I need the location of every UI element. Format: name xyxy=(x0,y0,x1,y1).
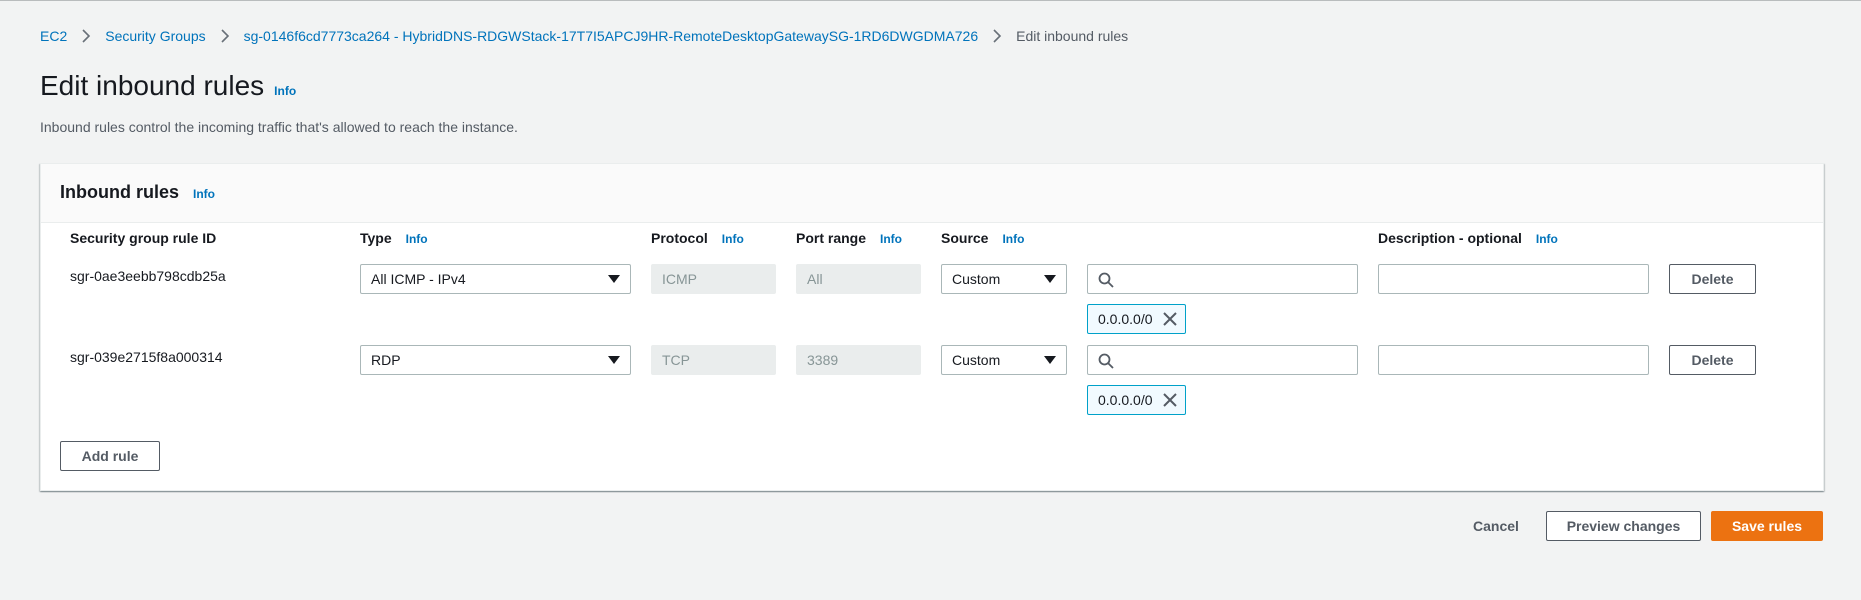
type-select[interactable]: RDP xyxy=(360,345,631,375)
column-label-rule-id: Security group rule ID xyxy=(70,230,217,246)
panel-title-text: Inbound rules xyxy=(60,182,179,202)
close-icon[interactable] xyxy=(1162,392,1178,408)
breadcrumb-security-group[interactable]: sg-0146f6cd7773ca264 - HybridDNS-RDGWSta… xyxy=(244,28,979,44)
add-rule-button[interactable]: Add rule xyxy=(60,441,160,471)
column-label-source: Source xyxy=(941,230,989,246)
breadcrumb-security-groups[interactable]: Security Groups xyxy=(105,28,205,44)
search-icon xyxy=(1098,272,1114,288)
column-header-source: Source Info xyxy=(941,230,1024,246)
type-info-link[interactable]: Info xyxy=(406,232,428,246)
source-search-input[interactable] xyxy=(1087,345,1358,375)
caret-down-icon xyxy=(1044,356,1056,364)
breadcrumb: EC2 Security Groups sg-0146f6cd7773ca264… xyxy=(40,28,1128,44)
cancel-button[interactable]: Cancel xyxy=(1456,511,1536,541)
page-title: Edit inbound rules xyxy=(40,70,265,101)
page-description: Inbound rules control the incoming traff… xyxy=(40,119,518,135)
cidr-token: 0.0.0.0/0 xyxy=(1087,385,1186,415)
protocol-info-link[interactable]: Info xyxy=(722,232,744,246)
save-rules-button[interactable]: Save rules xyxy=(1711,511,1823,541)
caret-down-icon xyxy=(608,275,620,283)
cidr-token: 0.0.0.0/0 xyxy=(1087,304,1186,334)
delete-button[interactable]: Delete xyxy=(1669,345,1756,375)
chevron-right-icon xyxy=(77,28,95,44)
close-icon[interactable] xyxy=(1162,311,1178,327)
column-header-port-range: Port range Info xyxy=(796,230,902,246)
column-label-type: Type xyxy=(360,230,392,246)
port-range-field: 3389 xyxy=(796,345,921,375)
panel-title: Inbound rules Info xyxy=(60,182,215,203)
source-select[interactable]: Custom xyxy=(941,345,1067,375)
type-select-value: All ICMP - IPv4 xyxy=(371,271,466,287)
column-header-type: Type Info xyxy=(360,230,428,246)
column-header-protocol: Protocol Info xyxy=(651,230,744,246)
description-input[interactable] xyxy=(1378,264,1649,294)
column-label-port-range: Port range xyxy=(796,230,867,246)
cidr-token-label: 0.0.0.0/0 xyxy=(1098,311,1153,327)
source-select-value: Custom xyxy=(952,271,1001,287)
page-header: Edit inbound rules Info xyxy=(40,70,296,102)
search-icon xyxy=(1098,353,1114,369)
column-label-protocol: Protocol xyxy=(651,230,708,246)
chevron-right-icon xyxy=(988,28,1006,44)
caret-down-icon xyxy=(1044,275,1056,283)
description-input[interactable] xyxy=(1378,345,1649,375)
type-select-value: RDP xyxy=(371,352,401,368)
page-info-link[interactable]: Info xyxy=(274,84,296,98)
protocol-field: TCP xyxy=(651,345,776,375)
panel-info-link[interactable]: Info xyxy=(193,187,215,201)
port-range-field: All xyxy=(796,264,921,294)
rule-id: sgr-039e2715f8a000314 xyxy=(70,349,223,365)
column-header-rule-id: Security group rule ID xyxy=(70,230,216,246)
description-info-link[interactable]: Info xyxy=(1536,232,1558,246)
breadcrumb-current: Edit inbound rules xyxy=(1016,28,1129,44)
chevron-right-icon xyxy=(216,28,234,44)
source-info-link[interactable]: Info xyxy=(1002,232,1024,246)
inbound-rules-panel: Inbound rules Info Security group rule I… xyxy=(40,163,1824,491)
source-select[interactable]: Custom xyxy=(941,264,1067,294)
protocol-field: ICMP xyxy=(651,264,776,294)
cidr-token-label: 0.0.0.0/0 xyxy=(1098,392,1153,408)
source-select-value: Custom xyxy=(952,352,1001,368)
column-header-description: Description - optional Info xyxy=(1378,230,1558,246)
source-search-input[interactable] xyxy=(1087,264,1358,294)
preview-changes-button[interactable]: Preview changes xyxy=(1546,511,1701,541)
delete-button[interactable]: Delete xyxy=(1669,264,1756,294)
type-select[interactable]: All ICMP - IPv4 xyxy=(360,264,631,294)
breadcrumb-ec2[interactable]: EC2 xyxy=(40,28,67,44)
rule-id: sgr-0ae3eebb798cdb25a xyxy=(70,268,226,284)
caret-down-icon xyxy=(608,356,620,364)
column-label-description: Description - optional xyxy=(1378,230,1522,246)
panel-header: Inbound rules Info xyxy=(41,164,1823,223)
port-range-info-link[interactable]: Info xyxy=(880,232,902,246)
